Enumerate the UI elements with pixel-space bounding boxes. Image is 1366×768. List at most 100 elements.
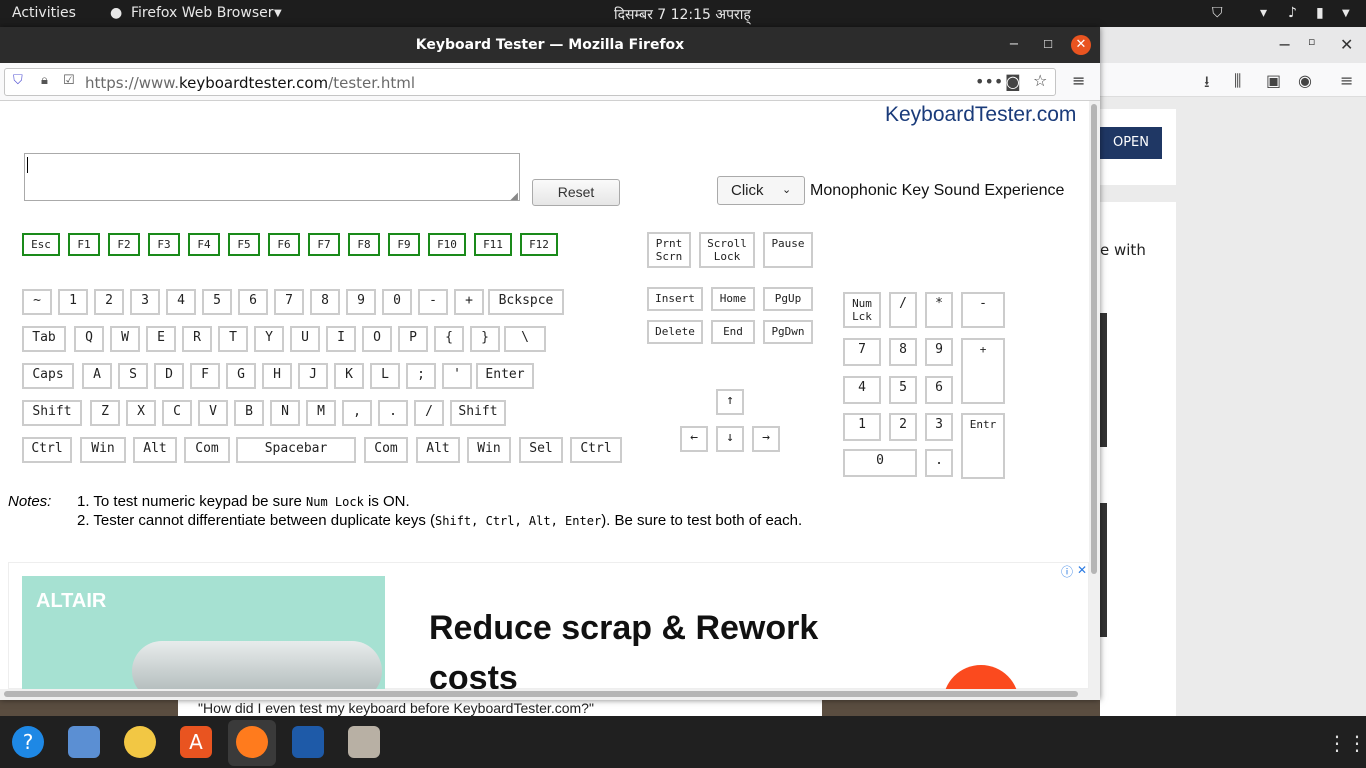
test-textarea[interactable]: ◢ bbox=[24, 153, 520, 202]
key-f5[interactable]: F5 bbox=[228, 233, 260, 256]
key[interactable]: 1 bbox=[58, 289, 88, 315]
key-numpad[interactable]: * bbox=[925, 292, 953, 328]
key-numpad[interactable]: 0 bbox=[843, 449, 917, 477]
key[interactable]: Win bbox=[80, 437, 126, 463]
key-numpad[interactable]: + bbox=[961, 338, 1005, 404]
key[interactable]: R bbox=[182, 326, 212, 352]
key-numpad[interactable]: 4 bbox=[843, 376, 881, 404]
key[interactable]: 4 bbox=[166, 289, 196, 315]
key-f1[interactable]: F1 bbox=[68, 233, 100, 256]
key[interactable]: S bbox=[118, 363, 148, 389]
key-numpad[interactable]: 2 bbox=[889, 413, 917, 441]
open-button[interactable]: OPEN bbox=[1100, 127, 1162, 159]
key[interactable]: 7 bbox=[274, 289, 304, 315]
key[interactable]: / bbox=[414, 400, 444, 426]
key-numpad[interactable]: 7 bbox=[843, 338, 881, 366]
key[interactable]: Y bbox=[254, 326, 284, 352]
key[interactable]: Sel bbox=[519, 437, 563, 463]
volume-icon[interactable]: ♪ bbox=[1288, 5, 1297, 21]
key[interactable]: D bbox=[154, 363, 184, 389]
battery-icon[interactable]: ▮ bbox=[1316, 5, 1324, 21]
key[interactable]: 6 bbox=[238, 289, 268, 315]
menu-icon[interactable]: ≡ bbox=[1340, 71, 1353, 90]
key[interactable]: I bbox=[326, 326, 356, 352]
key-arrow[interactable]: → bbox=[752, 426, 780, 452]
download-icon[interactable]: ⭳ bbox=[1204, 71, 1210, 98]
key-numpad[interactable]: 1 bbox=[843, 413, 881, 441]
key-f8[interactable]: F8 bbox=[348, 233, 380, 256]
key[interactable]: Bckspce bbox=[488, 289, 564, 315]
lock-icon[interactable]: 🔒︎ bbox=[41, 73, 48, 88]
key[interactable]: Ctrl bbox=[570, 437, 622, 463]
key[interactable]: + bbox=[454, 289, 484, 315]
key-f6[interactable]: F6 bbox=[268, 233, 300, 256]
rhythmbox-icon[interactable] bbox=[124, 726, 156, 758]
key-numpad[interactable]: 8 bbox=[889, 338, 917, 366]
key-numpad[interactable]: - bbox=[961, 292, 1005, 328]
key[interactable]: Alt bbox=[133, 437, 177, 463]
key[interactable]: - bbox=[418, 289, 448, 315]
key-numpad[interactable]: Entr bbox=[961, 413, 1005, 479]
key-numpad[interactable]: 3 bbox=[925, 413, 953, 441]
key[interactable]: Caps bbox=[22, 363, 74, 389]
wifi-icon[interactable]: ▾ bbox=[1260, 5, 1267, 21]
minimize-button[interactable]: − bbox=[1004, 35, 1024, 55]
key[interactable]: 3 bbox=[130, 289, 160, 315]
thunderbird-icon[interactable] bbox=[68, 726, 100, 758]
key-system[interactable]: Pause bbox=[763, 232, 813, 268]
key[interactable]: \ bbox=[504, 326, 546, 352]
show-apps-icon[interactable]: ⋮⋮⋮ bbox=[1327, 731, 1366, 755]
key[interactable]: Com bbox=[364, 437, 408, 463]
key[interactable]: Win bbox=[467, 437, 511, 463]
key-f12[interactable]: F12 bbox=[520, 233, 558, 256]
key[interactable]: . bbox=[378, 400, 408, 426]
key-f3[interactable]: F3 bbox=[148, 233, 180, 256]
key[interactable]: H bbox=[262, 363, 292, 389]
key[interactable]: Shift bbox=[450, 400, 506, 426]
key[interactable]: 5 bbox=[202, 289, 232, 315]
key[interactable]: J bbox=[298, 363, 328, 389]
key-arrow[interactable]: ↓ bbox=[716, 426, 744, 452]
maximize-icon[interactable]: ▫ bbox=[1308, 35, 1315, 48]
key[interactable]: O bbox=[362, 326, 392, 352]
key[interactable]: Com bbox=[184, 437, 230, 463]
key[interactable]: 2 bbox=[94, 289, 124, 315]
firefox-icon[interactable] bbox=[236, 726, 268, 758]
key[interactable]: Alt bbox=[416, 437, 460, 463]
key-system[interactable]: Prnt Scrn bbox=[647, 232, 691, 268]
vertical-scrollbar[interactable] bbox=[1089, 101, 1100, 700]
minimize-icon[interactable]: − bbox=[1278, 35, 1291, 54]
resize-grip-icon[interactable]: ◢ bbox=[510, 191, 518, 202]
key[interactable]: P bbox=[398, 326, 428, 352]
key-numpad[interactable]: / bbox=[889, 292, 917, 328]
pocket-icon[interactable]: ◙ bbox=[1005, 72, 1021, 91]
page-actions-icon[interactable]: ••• bbox=[975, 72, 1003, 91]
files-icon[interactable] bbox=[348, 726, 380, 758]
key[interactable]: K bbox=[334, 363, 364, 389]
permissions-icon[interactable]: ☑ bbox=[63, 73, 75, 88]
key[interactable]: Z bbox=[90, 400, 120, 426]
key[interactable]: F bbox=[190, 363, 220, 389]
key-numpad[interactable]: . bbox=[925, 449, 953, 477]
key-nav[interactable]: End bbox=[711, 320, 755, 344]
maximize-button[interactable]: ☐ bbox=[1038, 35, 1058, 55]
key-arrow[interactable]: ← bbox=[680, 426, 708, 452]
key[interactable]: W bbox=[110, 326, 140, 352]
close-icon[interactable]: ✕ bbox=[1340, 35, 1353, 54]
url-bar[interactable]: ⛉ 🔒︎ ☑ https://www.keyboardtester.com/te… bbox=[4, 68, 1056, 96]
key[interactable]: X bbox=[126, 400, 156, 426]
key[interactable]: C bbox=[162, 400, 192, 426]
key[interactable]: Tab bbox=[22, 326, 66, 352]
key-numpad[interactable]: 5 bbox=[889, 376, 917, 404]
key-esc[interactable]: Esc bbox=[22, 233, 60, 256]
key[interactable]: Q bbox=[74, 326, 104, 352]
app-menu[interactable]: Firefox Web Browser bbox=[131, 5, 274, 21]
key[interactable]: L bbox=[370, 363, 400, 389]
key[interactable]: Shift bbox=[22, 400, 82, 426]
key[interactable]: { bbox=[434, 326, 464, 352]
key-f2[interactable]: F2 bbox=[108, 233, 140, 256]
key-f4[interactable]: F4 bbox=[188, 233, 220, 256]
key-nav[interactable]: PgUp bbox=[763, 287, 813, 311]
bookmark-star-icon[interactable]: ☆ bbox=[1033, 71, 1047, 90]
clock[interactable]: दिसम्बर 7 12:15 अपराह् bbox=[614, 5, 751, 24]
